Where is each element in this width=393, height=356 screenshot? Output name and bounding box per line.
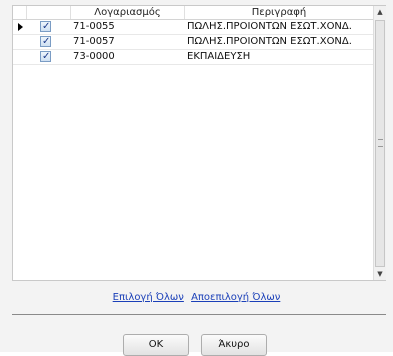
row-checkbox[interactable]: ✓ xyxy=(40,36,51,47)
account-cell[interactable]: 71-0057 xyxy=(71,35,183,49)
accounts-grid: Λογαριασμός Περιγραφή ✓ 71-0055 ΠΩΛΗΣ.ΠΡ… xyxy=(12,5,386,281)
checkmark-icon: ✓ xyxy=(42,36,51,47)
row-pointer-icon xyxy=(17,23,23,31)
grid-header: Λογαριασμός Περιγραφή xyxy=(13,6,373,20)
header-check-cell xyxy=(27,6,71,19)
header-description[interactable]: Περιγραφή xyxy=(185,6,373,19)
header-account[interactable]: Λογαριασμός xyxy=(71,6,185,19)
scroll-down-icon[interactable]: ▼ xyxy=(374,268,386,280)
description-cell[interactable]: ΠΩΛΗΣ.ΠΡΟΙΟΝΤΩΝ ΕΣΩΤ.ΧΟΝΔ. xyxy=(185,20,375,34)
description-cell[interactable]: ΕΚΠΑΙΔΕΥΣΗ xyxy=(185,50,375,64)
header-indicator-cell xyxy=(13,6,27,19)
account-cell[interactable]: 73-0000 xyxy=(71,50,183,64)
row-checkbox-cell[interactable]: ✓ xyxy=(27,50,65,64)
divider xyxy=(12,314,386,315)
table-row[interactable]: ✓ 73-0000 ΕΚΠΑΙΔΕΥΣΗ xyxy=(13,50,373,65)
grid-rows: ✓ 71-0055 ΠΩΛΗΣ.ΠΡΟΙΟΝΤΩΝ ΕΣΩΤ.ΧΟΝΔ. ✓ 7… xyxy=(13,20,373,65)
checkmark-icon: ✓ xyxy=(42,51,51,62)
checkmark-icon: ✓ xyxy=(42,21,51,32)
table-row[interactable]: ✓ 71-0055 ΠΩΛΗΣ.ΠΡΟΙΟΝΤΩΝ ΕΣΩΤ.ΧΟΝΔ. xyxy=(13,20,373,35)
selection-links: Επιλογή Όλων Αποεπιλογή Όλων xyxy=(0,292,393,303)
current-row-indicator xyxy=(13,20,27,34)
scrollbar-thumb[interactable] xyxy=(375,20,385,267)
grip-icon xyxy=(378,139,383,147)
table-row[interactable]: ✓ 71-0057 ΠΩΛΗΣ.ΠΡΟΙΟΝΤΩΝ ΕΣΩΤ.ΧΟΝΔ. xyxy=(13,35,373,50)
row-checkbox-cell[interactable]: ✓ xyxy=(27,35,65,49)
deselect-all-link[interactable]: Αποεπιλογή Όλων xyxy=(191,292,280,303)
scroll-up-icon[interactable]: ▲ xyxy=(374,6,386,18)
row-checkbox[interactable]: ✓ xyxy=(40,21,51,32)
description-cell[interactable]: ΠΩΛΗΣ.ΠΡΟΙΟΝΤΩΝ ΕΣΩΤ.ΧΟΝΔ. xyxy=(185,35,375,49)
ok-button[interactable]: OK xyxy=(123,334,189,356)
select-all-link[interactable]: Επιλογή Όλων xyxy=(113,292,184,303)
dialog: Λογαριασμός Περιγραφή ✓ 71-0055 ΠΩΛΗΣ.ΠΡ… xyxy=(0,0,393,356)
row-checkbox-cell[interactable]: ✓ xyxy=(27,20,65,34)
row-indicator xyxy=(13,35,27,49)
account-cell[interactable]: 71-0055 xyxy=(71,20,183,34)
cancel-button[interactable]: Άκυρο xyxy=(201,334,267,356)
vertical-scrollbar[interactable]: ▲ ▼ xyxy=(373,6,386,280)
row-indicator xyxy=(13,50,27,64)
row-checkbox[interactable]: ✓ xyxy=(40,51,51,62)
